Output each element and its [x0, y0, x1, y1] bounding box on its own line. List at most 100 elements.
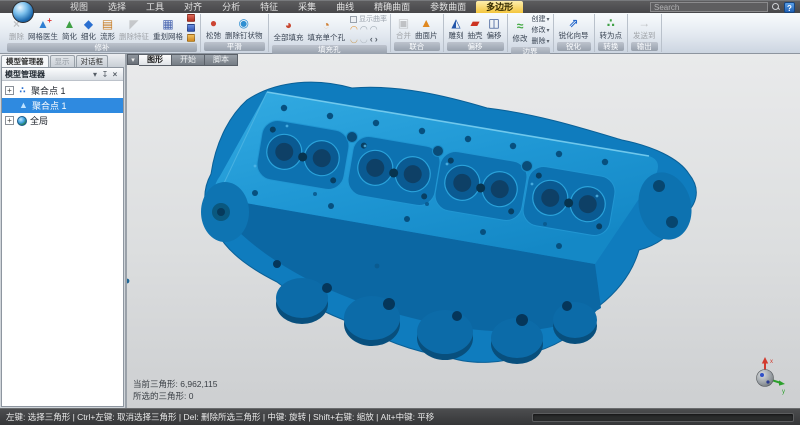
fill-all-button[interactable]: 全部填充	[272, 17, 306, 42]
menu-tab-exact-surfaces[interactable]: 精确曲面	[364, 1, 420, 13]
surface-patch-button[interactable]: 曲面片	[413, 15, 440, 40]
fill-bridge-icon[interactable]	[360, 35, 368, 44]
fill-tangent-icon[interactable]	[360, 25, 368, 34]
tab-display[interactable]: 显示	[50, 55, 75, 67]
fill-partial-icon[interactable]	[350, 35, 358, 44]
pin-icon[interactable]	[100, 69, 110, 80]
app-logo-button[interactable]	[12, 1, 34, 23]
offset-button[interactable]: 偏移	[485, 15, 504, 40]
group-label-offset: 偏移	[447, 42, 504, 51]
viewport-info: 当前三角形: 6,962,115 所选的三角形: 0	[133, 378, 217, 402]
viewport-tab-bar: 图形 开始 脚本	[127, 54, 238, 66]
statusbar: 左键: 选择三角形 | Ctrl+左键: 取消选择三角形 | Del: 删除所选…	[0, 408, 800, 425]
ribbon-group-offset: 雕刻 抽壳 偏移 偏移	[444, 14, 508, 52]
chevron-down-icon	[546, 38, 550, 45]
viewport-tab-start[interactable]: 开始	[172, 54, 205, 66]
expand-icon[interactable]	[5, 86, 14, 95]
ribbon-group-repair: 删除 网格医生 简化 细化 流形 删除特征	[4, 14, 201, 52]
panel-menu-icon[interactable]	[90, 69, 100, 80]
prev-hole-icon[interactable]	[370, 35, 373, 44]
tab-dialog[interactable]: 对话框	[76, 55, 109, 67]
mouse-hints: 左键: 选择三角形 | Ctrl+左键: 取消选择三角形 | Del: 删除所选…	[6, 411, 434, 423]
mini-tool-icon[interactable]	[187, 34, 195, 42]
remove-spikes-icon	[239, 15, 249, 31]
defeature-button[interactable]: 删除特征	[117, 16, 151, 41]
boundary-create-button[interactable]: 创建	[532, 14, 550, 24]
group-label-sharpen: 锐化	[557, 42, 591, 51]
menu-tab-features[interactable]: 特征	[250, 1, 288, 13]
globe-icon	[17, 116, 27, 126]
group-label-combine: 联合	[394, 42, 440, 51]
close-icon[interactable]	[110, 69, 120, 80]
send-to-button[interactable]: 发送到	[631, 15, 658, 40]
sharpen-wizard-button[interactable]: 锐化向导	[557, 15, 591, 40]
tab-model-manager[interactable]: 模型管理器	[1, 55, 49, 67]
expand-icon[interactable]	[5, 116, 14, 125]
menu-tab-align[interactable]: 对齐	[174, 1, 212, 13]
boundary-delete-button[interactable]: 删除	[532, 36, 550, 46]
refine-button[interactable]: 细化	[79, 16, 98, 41]
convert-to-points-button[interactable]: 转为点	[598, 15, 625, 40]
merge-button[interactable]: 合并	[394, 15, 413, 40]
current-triangles: 当前三角形: 6,962,115	[133, 378, 217, 390]
fill-curvature-icon[interactable]	[350, 25, 358, 34]
menu-tab-curves[interactable]: 曲线	[326, 1, 364, 13]
menu-tab-parametric-surfaces[interactable]: 参数曲面	[420, 1, 476, 13]
orientation-triad[interactable]: x y	[744, 354, 790, 398]
search-icon[interactable]	[772, 3, 780, 11]
relax-button[interactable]: 松弛	[204, 15, 223, 40]
show-curvature-checkbox[interactable]	[350, 16, 357, 23]
remove-spikes-button[interactable]: 删除钉状物	[223, 15, 265, 40]
convert-to-points-icon	[607, 15, 615, 31]
selected-triangles: 所选的三角形: 0	[133, 390, 217, 402]
menu-tab-bar: 视图 选择 工具 对齐 分析 特征 采集 曲线 精确曲面 参数曲面 多边形	[60, 1, 523, 13]
mesh-doctor-icon	[37, 16, 49, 32]
menu-tab-polygons[interactable]: 多边形	[476, 1, 523, 13]
manifold-button[interactable]: 流形	[98, 16, 117, 41]
fill-all-icon	[285, 17, 292, 33]
svg-text:x: x	[770, 359, 773, 365]
defeature-icon	[129, 16, 138, 32]
panel-title: 模型管理器	[5, 69, 90, 80]
model-tree: 聚合点 1 聚合点 1 全局	[2, 81, 123, 128]
send-to-icon	[638, 15, 650, 31]
help-icon[interactable]: ?	[784, 2, 795, 13]
offset-icon	[488, 15, 499, 31]
sculpt-button[interactable]: 雕刻	[447, 15, 466, 40]
chevron-down-icon	[546, 27, 550, 34]
fill-options: 显示曲率	[350, 14, 387, 44]
search-input[interactable]	[650, 2, 768, 12]
ribbon-group-fill-holes: 全部填充 填充单个孔 显示曲率	[269, 14, 392, 52]
menu-tab-tools[interactable]: 工具	[136, 1, 174, 13]
search-area: ?	[650, 2, 800, 13]
mini-tool-icon[interactable]	[187, 14, 195, 22]
decimate-button[interactable]: 简化	[60, 16, 79, 41]
fill-flat-icon[interactable]	[370, 25, 378, 34]
mini-tool-icon[interactable]	[187, 24, 195, 32]
viewport-tab-script[interactable]: 脚本	[205, 54, 238, 66]
ribbon-group-boundary: 修改 创建 修改 删除 边界	[508, 14, 554, 52]
viewport-tab-graphics[interactable]: 图形	[139, 54, 172, 66]
menu-tab-capture[interactable]: 采集	[288, 1, 326, 13]
menu-tab-view[interactable]: 视图	[60, 1, 98, 13]
viewport-menu-button[interactable]	[127, 54, 139, 65]
boundary-modify-menu-button[interactable]: 修改	[532, 25, 550, 35]
viewport-3d[interactable]: 图形 开始 脚本	[127, 54, 800, 408]
next-hole-icon[interactable]	[375, 35, 378, 44]
group-label-output: 输出	[631, 42, 658, 51]
remesh-button[interactable]: 重划网格	[151, 16, 185, 41]
tree-item-mesh[interactable]: 聚合点 1	[2, 98, 123, 113]
tree-item-global[interactable]: 全局	[2, 113, 123, 128]
remesh-icon	[162, 16, 173, 32]
engine-head-model[interactable]	[127, 66, 799, 408]
chevron-down-icon	[546, 16, 550, 23]
menu-tab-analysis[interactable]: 分析	[212, 1, 250, 13]
group-label-smooth: 平滑	[204, 42, 265, 51]
tree-item-points[interactable]: 聚合点 1	[2, 83, 123, 98]
repair-mini-tools	[187, 14, 195, 42]
fill-single-button[interactable]: 填充单个孔	[306, 17, 348, 42]
shell-button[interactable]: 抽壳	[466, 15, 485, 40]
ribbon-group-output: 发送到 输出	[628, 14, 662, 52]
menu-tab-select[interactable]: 选择	[98, 1, 136, 13]
boundary-modify-button[interactable]: 修改	[511, 18, 530, 43]
